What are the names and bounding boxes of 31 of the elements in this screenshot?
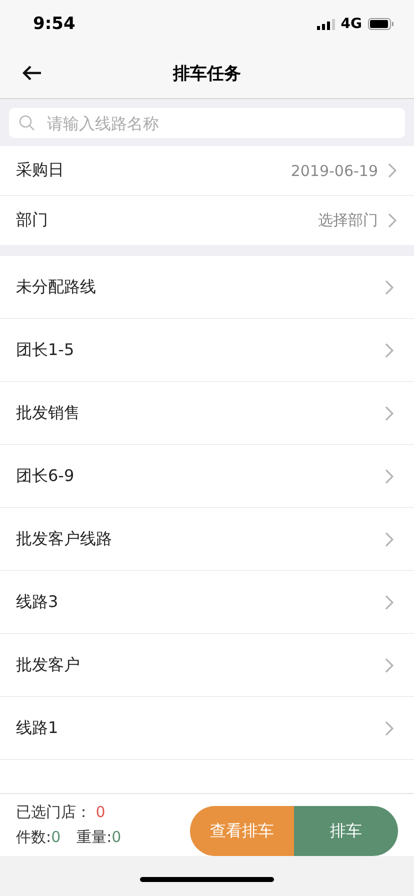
page-title: 排车任务 — [172, 62, 242, 84]
chevron-right-icon — [385, 594, 394, 610]
chevron-right-icon — [385, 658, 394, 672]
status-time: 9:54 — [33, 14, 76, 34]
chevron-right-icon — [388, 163, 397, 178]
selected-stores-count: 已选门店： 0 — [16, 803, 106, 822]
chevron-right-icon — [388, 213, 397, 228]
chevron-right-icon — [385, 406, 394, 420]
battery-icon — [368, 18, 394, 30]
route-item[interactable]: 未分配路线 — [0, 256, 414, 319]
piece-count: 件数:0 — [16, 828, 61, 847]
signal-icon — [316, 18, 335, 30]
route-item[interactable]: 团长1-5 — [0, 319, 414, 382]
chevron-right-icon — [385, 468, 394, 484]
search-icon — [19, 115, 35, 131]
chevron-right-icon — [385, 342, 394, 358]
route-item[interactable]: 批发销售 — [0, 382, 414, 445]
filter-row[interactable]: 部门 选择部门 — [0, 196, 414, 245]
chevron-right-icon — [385, 532, 394, 546]
filter-row[interactable]: 采购日 2019-06-19 — [0, 146, 414, 196]
schedule-button[interactable]: 排车 — [294, 806, 398, 856]
route-item[interactable]: 线路3 — [0, 571, 414, 634]
route-item[interactable]: 线路1 — [0, 697, 414, 760]
chevron-right-icon — [385, 720, 394, 736]
route-item[interactable]: 团长6-9 — [0, 445, 414, 508]
route-item[interactable]: 批发客户 — [0, 634, 414, 697]
search-field[interactable]: 请输入线路名称 — [9, 108, 405, 138]
weight-total: 重量:0 — [76, 828, 122, 847]
chevron-right-icon — [385, 280, 394, 294]
network-label: 4G — [340, 16, 362, 32]
route-item[interactable]: 批发客户线路 — [0, 508, 414, 571]
